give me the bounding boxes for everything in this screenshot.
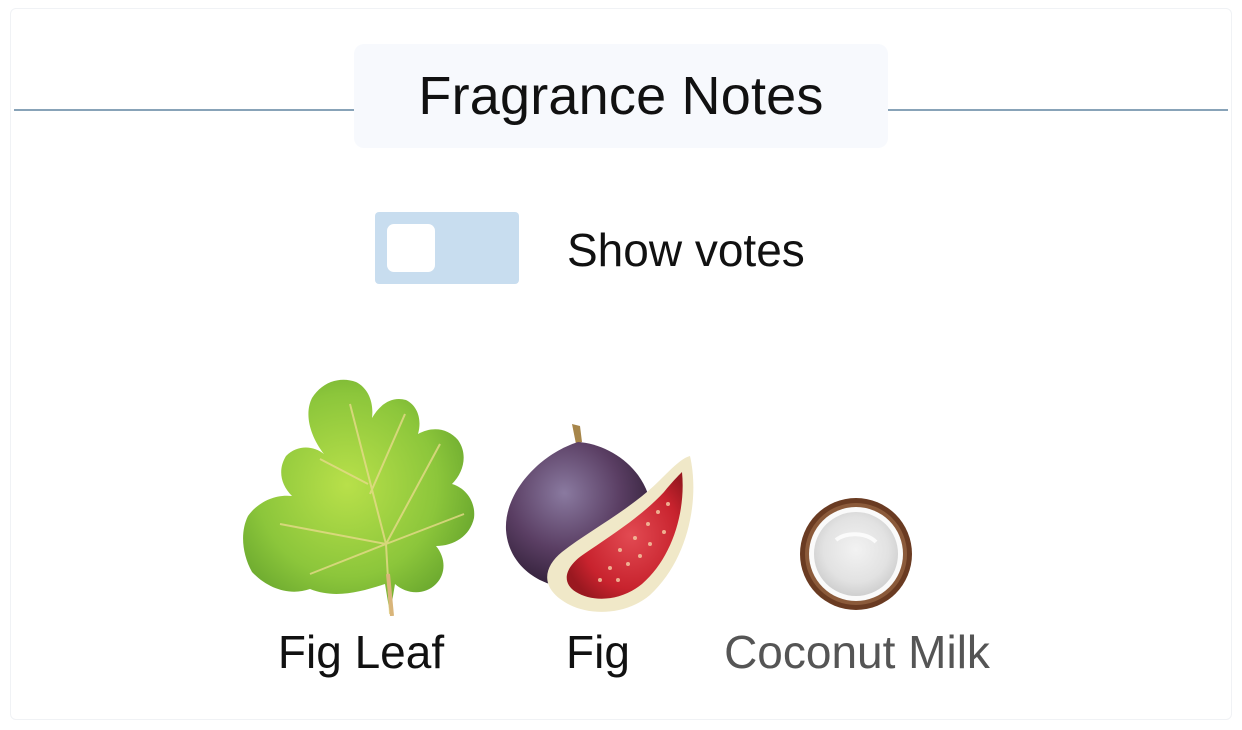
note-name: Fig Leaf xyxy=(277,626,445,678)
note-name: Coconut Milk xyxy=(724,626,990,678)
note-name: Fig xyxy=(566,626,630,678)
coconut-icon xyxy=(800,498,912,610)
show-votes-toggle[interactable] xyxy=(375,212,519,284)
fig-leaf-icon xyxy=(243,379,475,616)
section-title: Fragrance Notes xyxy=(418,66,824,126)
divider-left xyxy=(14,109,354,111)
show-votes-label[interactable]: Show votes xyxy=(567,222,805,278)
divider-right xyxy=(888,109,1228,111)
fig-icon xyxy=(505,424,694,612)
toggle-knob xyxy=(387,224,435,272)
section-header: Fragrance Notes xyxy=(354,44,888,148)
